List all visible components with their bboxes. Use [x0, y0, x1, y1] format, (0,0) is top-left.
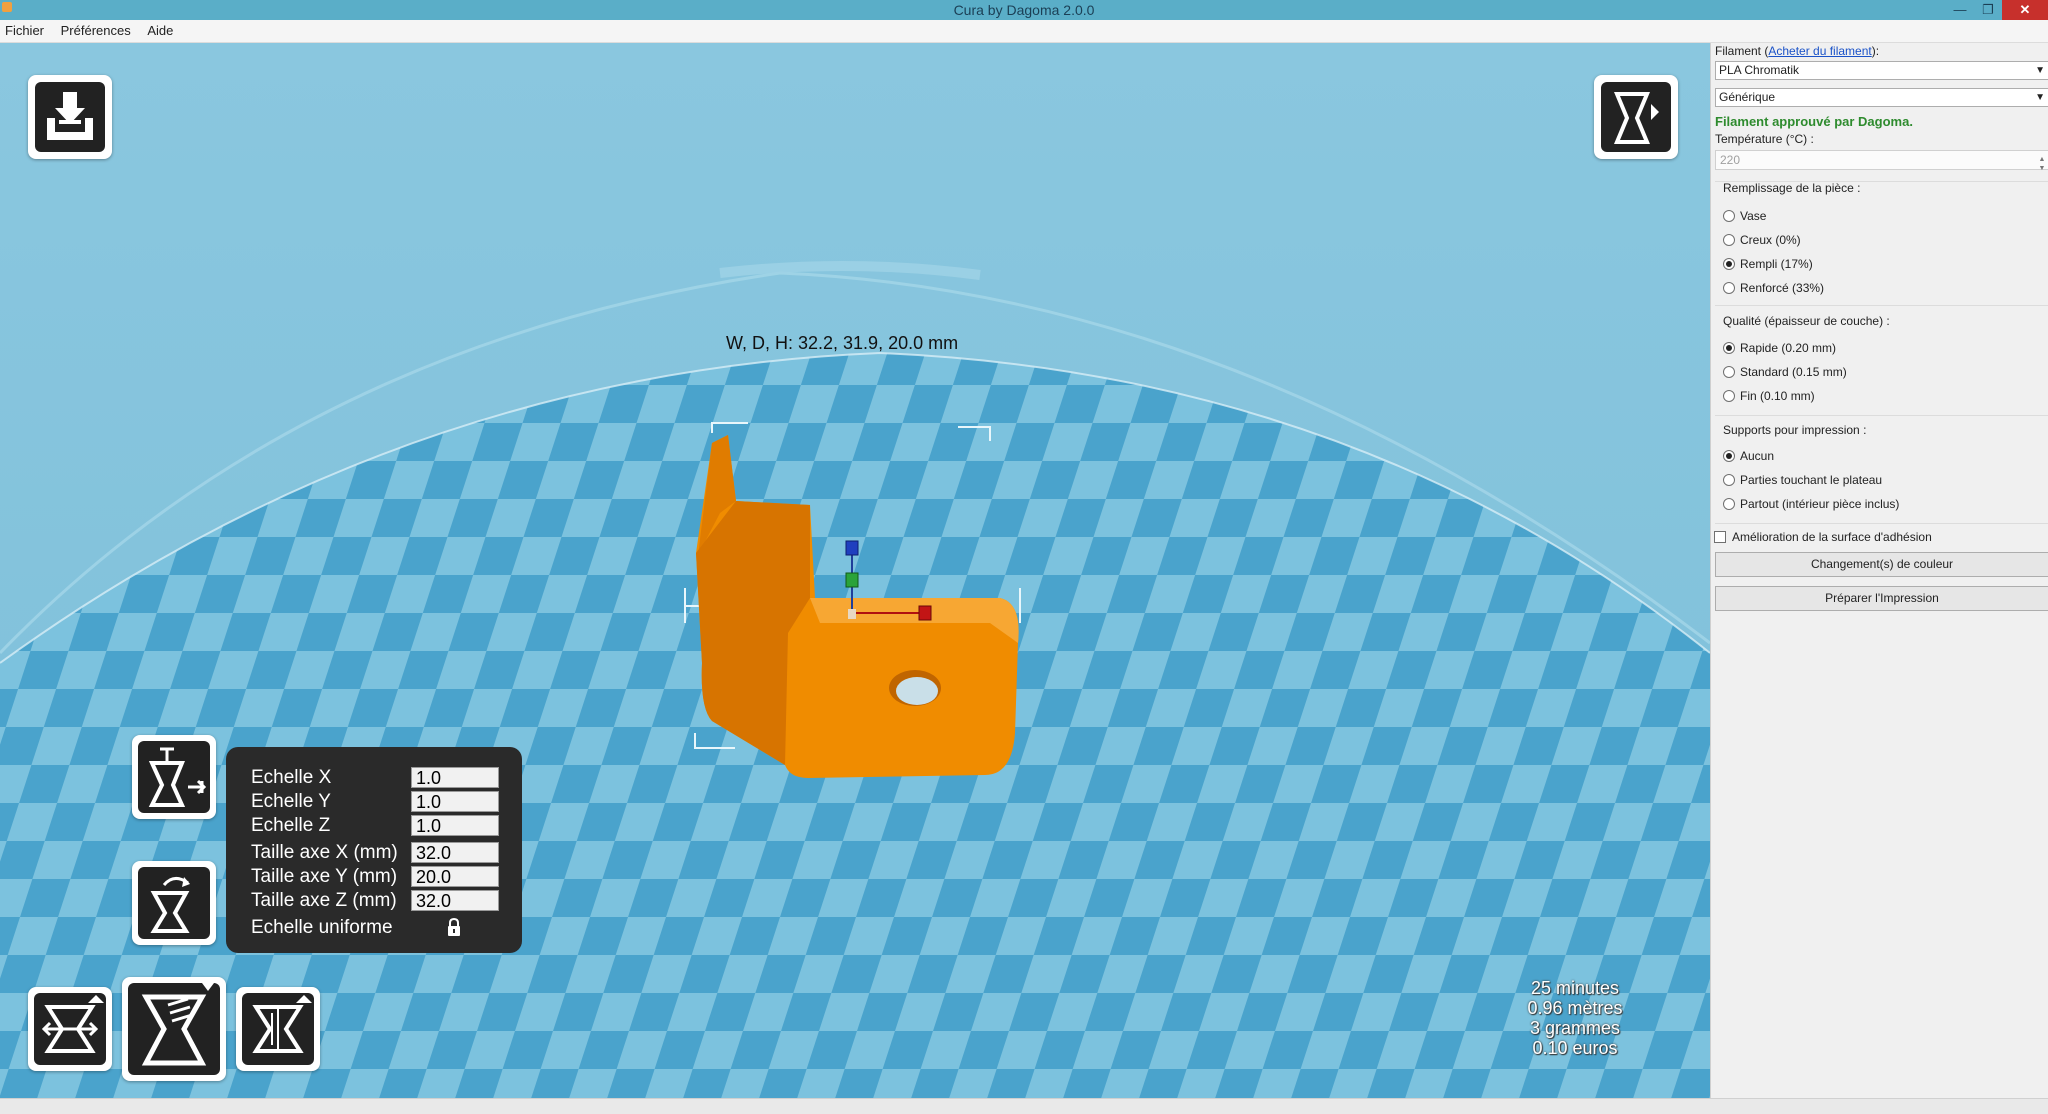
chevron-down-icon: ▼: [2035, 92, 2045, 103]
supports-option-label: Aucun: [1740, 449, 1775, 463]
scale-panel: Echelle X Echelle Y Echelle Z Taille axe…: [226, 747, 522, 953]
scale-z-label: Echelle Z: [251, 815, 331, 836]
infill-option-label: Creux (0%): [1740, 233, 1801, 247]
infill-option-label: Vase: [1740, 209, 1767, 223]
spin-down-icon[interactable]: ▼: [2037, 160, 2047, 178]
quality-option[interactable]: Fin (0.10 mm): [1723, 388, 1815, 404]
menu-help[interactable]: Aide: [142, 20, 181, 42]
settings-panel: Filament (Acheter du filament): PLA Chro…: [1710, 43, 2048, 1098]
quality-option-label: Rapide (0.20 mm): [1740, 341, 1837, 355]
filament-approved-text: Filament approuvé par Dagoma.: [1715, 114, 1913, 129]
menu-file[interactable]: Fichier: [0, 20, 52, 42]
infill-radio[interactable]: [1723, 234, 1735, 246]
size-y-input[interactable]: 20.0: [411, 866, 499, 887]
chevron-down-icon: ▼: [2035, 65, 2045, 76]
hourglass-view-icon: [1601, 82, 1671, 152]
temperature-input[interactable]: 220 ▲ ▼: [1715, 150, 2048, 172]
scale-z-input[interactable]: 1.0: [411, 815, 499, 836]
quality-option-label: Standard (0.15 mm): [1740, 365, 1847, 379]
print-stats: 25 minutes 0.96 mètres 3 grammes 0.10 eu…: [1520, 978, 1630, 1058]
split-hourglass-icon: [242, 993, 314, 1065]
infill-option[interactable]: Renforcé (33%): [1723, 280, 1824, 296]
supports-option-label: Parties touchant le plateau: [1740, 473, 1883, 487]
scale-y-label: Echelle Y: [251, 791, 331, 812]
quality-option-label: Fin (0.10 mm): [1740, 389, 1815, 403]
mirror-tool-button[interactable]: [28, 987, 112, 1071]
supports-option[interactable]: Aucun: [1723, 448, 1774, 464]
size-z-label: Taille axe Z (mm): [251, 890, 397, 911]
size-z-input[interactable]: 32.0: [411, 890, 499, 911]
close-button[interactable]: ✕: [2002, 0, 2048, 20]
lock-icon[interactable]: [446, 917, 462, 937]
quality-option[interactable]: Standard (0.15 mm): [1723, 364, 1847, 380]
title-bar: Cura by Dagoma 2.0.0 — ❐ ✕: [0, 0, 2048, 20]
quality-radio[interactable]: [1723, 390, 1735, 402]
divider: [1715, 523, 2048, 524]
infill-radio[interactable]: [1723, 258, 1735, 270]
load-tray-icon: [35, 82, 105, 152]
maximize-button[interactable]: ❐: [1974, 0, 2002, 20]
divider: [1715, 415, 2048, 416]
size-x-input[interactable]: 32.0: [411, 842, 499, 863]
layflat-hourglass-icon: [128, 983, 220, 1075]
size-y-label: Taille axe Y (mm): [251, 866, 398, 887]
scale-x-input[interactable]: 1.0: [411, 767, 499, 788]
view-mode-button[interactable]: [1594, 75, 1678, 159]
filament-weight: 3 grammes: [1529, 1018, 1621, 1038]
rotate-tool-button[interactable]: [132, 861, 216, 945]
infill-option-label: Renforcé (33%): [1740, 281, 1825, 295]
supports-option-label: Partout (intérieur pièce inclus): [1740, 497, 1900, 511]
supports-option[interactable]: Parties touchant le plateau: [1723, 472, 1882, 488]
model-dimensions-label: W, D, H: 32.2, 31.9, 20.0 mm: [726, 333, 959, 353]
window-title: Cura by Dagoma 2.0.0: [953, 2, 1095, 18]
adhesion-label: Amélioration de la surface d'adhésion: [1732, 530, 1932, 544]
filament-length: 0.96 mètres: [1527, 998, 1623, 1018]
app-icon: [2, 2, 12, 12]
status-bar: [0, 1098, 2048, 1114]
print-cost: 0.10 euros: [1532, 1038, 1618, 1058]
infill-option[interactable]: Creux (0%): [1723, 232, 1801, 248]
quality-title: Qualité (épaisseur de couche) :: [1723, 314, 1890, 328]
scale-x-label: Echelle X: [251, 767, 332, 788]
3d-viewport[interactable]: W, D, H: 32.2, 31.9, 20.0 mm Echelle X E…: [0, 43, 1710, 1098]
adhesion-checkbox[interactable]: [1714, 531, 1726, 543]
layflat-tool-button[interactable]: [122, 977, 226, 1081]
menu-preferences[interactable]: Préférences: [56, 20, 139, 42]
prepare-print-button[interactable]: Préparer l'Impression: [1715, 586, 2048, 611]
infill-radio[interactable]: [1723, 282, 1735, 294]
supports-radio[interactable]: [1723, 498, 1735, 510]
infill-title: Remplissage de la pièce :: [1723, 181, 1861, 195]
infill-option[interactable]: Vase: [1723, 208, 1766, 224]
split-tool-button[interactable]: [236, 987, 320, 1071]
minimize-button[interactable]: —: [1946, 0, 1974, 20]
filament-color-select[interactable]: Générique ▼: [1715, 88, 2048, 107]
quality-radio[interactable]: [1723, 366, 1735, 378]
divider: [1715, 305, 2048, 306]
menu-bar: Fichier Préférences Aide: [0, 20, 2048, 43]
scale-tool-button[interactable]: [132, 735, 216, 819]
uniform-scale-label: Echelle uniforme: [251, 917, 393, 938]
infill-option-label: Rempli (17%): [1740, 257, 1813, 271]
supports-option[interactable]: Partout (intérieur pièce inclus): [1723, 496, 1899, 512]
size-x-label: Taille axe X (mm): [251, 842, 398, 863]
quality-radio[interactable]: [1723, 342, 1735, 354]
print-time: 25 minutes: [1530, 978, 1620, 998]
quality-option[interactable]: Rapide (0.20 mm): [1723, 340, 1836, 356]
buy-filament-link[interactable]: Acheter du filament: [1768, 44, 1871, 58]
supports-radio[interactable]: [1723, 450, 1735, 462]
filament-select[interactable]: PLA Chromatik ▼: [1715, 61, 2048, 80]
adhesion-checkbox-row[interactable]: Amélioration de la surface d'adhésion: [1714, 530, 1932, 544]
filament-label: Filament (Acheter du filament):: [1715, 44, 1880, 58]
scale-hourglass-icon: [138, 741, 210, 813]
rotate-hourglass-icon: [138, 867, 210, 939]
scale-y-input[interactable]: 1.0: [411, 791, 499, 812]
temperature-label: Température (°C) :: [1715, 132, 1814, 146]
color-change-button[interactable]: Changement(s) de couleur: [1715, 552, 2048, 577]
supports-title: Supports pour impression :: [1723, 423, 1867, 437]
supports-radio[interactable]: [1723, 474, 1735, 486]
infill-option[interactable]: Rempli (17%): [1723, 256, 1813, 272]
mirror-hourglass-icon: [34, 993, 106, 1065]
load-model-button[interactable]: [28, 75, 112, 159]
infill-radio[interactable]: [1723, 210, 1735, 222]
